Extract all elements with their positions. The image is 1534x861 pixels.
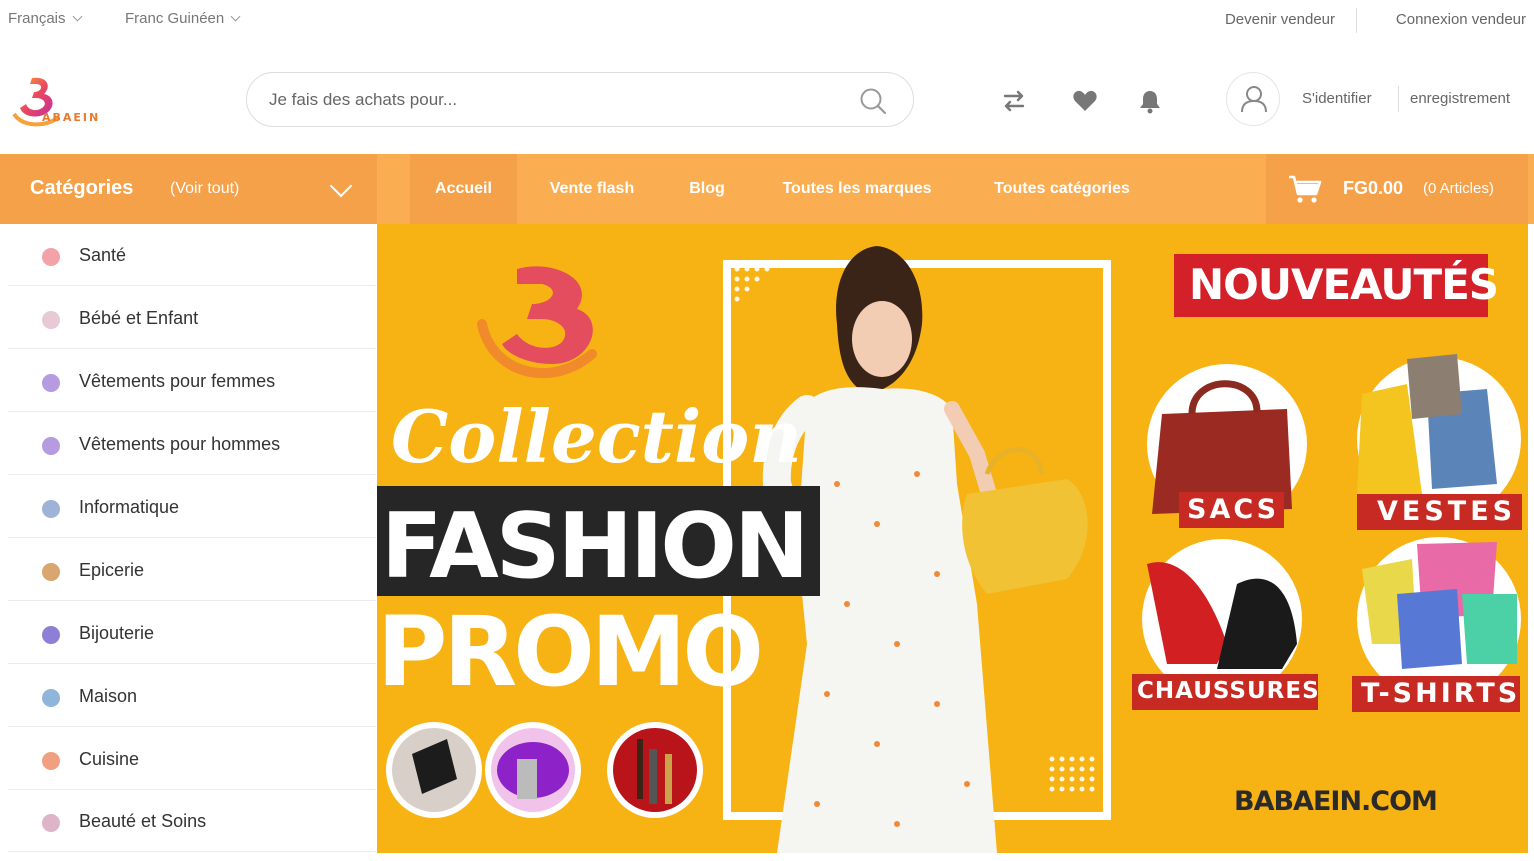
- nav-item-accueil[interactable]: Accueil: [410, 154, 517, 224]
- brand-logo: [477, 266, 597, 379]
- category-label: Vêtements pour femmes: [79, 371, 276, 391]
- category-label: Vêtements pour hommes: [79, 434, 281, 454]
- website-text: BABAEIN.COM: [1234, 786, 1438, 817]
- cosmetics-circles: [386, 722, 703, 818]
- category-item-maison[interactable]: Maison: [8, 665, 376, 727]
- grocery-icon: [42, 563, 60, 581]
- divider: [1398, 86, 1399, 112]
- category-label: Beauté et Soins: [79, 811, 207, 831]
- category-item-informatique[interactable]: Informatique: [8, 476, 376, 538]
- category-item-cuisine[interactable]: Cuisine: [8, 728, 376, 790]
- site-logo[interactable]: ABAEIN: [12, 74, 137, 129]
- nav-item-blog[interactable]: Blog: [674, 154, 740, 224]
- tile-label-vestes: VESTES: [1377, 496, 1517, 527]
- divider: [1356, 8, 1357, 33]
- cart-button[interactable]: FG0.00 (0 Articles): [1266, 154, 1528, 224]
- category-item-bijouterie[interactable]: Bijouterie: [8, 602, 376, 664]
- header: ABAEIN S'identifier enregistrement: [0, 44, 1534, 154]
- search-input[interactable]: [269, 87, 829, 113]
- cart-icon: [1289, 175, 1322, 203]
- tile-label-chaussures: CHAUSSURES: [1137, 678, 1320, 704]
- top-bar: Français Franc Guinéen Devenir vendeur C…: [0, 0, 1534, 40]
- nav-item-categories[interactable]: Toutes catégories: [973, 154, 1151, 224]
- collection-text: Collection: [391, 394, 802, 479]
- sign-in-link[interactable]: S'identifier: [1302, 90, 1372, 107]
- search-bar: [246, 72, 914, 127]
- beauty-icon: [42, 814, 60, 832]
- chevron-down-icon: [230, 11, 241, 22]
- bell-icon[interactable]: [1137, 88, 1163, 114]
- cart-amount: FG0.00: [1343, 178, 1404, 198]
- categories-toggle[interactable]: Catégories (Voir tout): [0, 154, 377, 224]
- category-sidebar: Santé Bébé et Enfant Vêtements pour femm…: [8, 224, 376, 854]
- category-label: Bijouterie: [79, 623, 155, 643]
- tile-label-tshirts: T-SHIRTS: [1361, 678, 1521, 709]
- category-label: Informatique: [79, 497, 180, 517]
- jewelry-icon: [42, 626, 60, 644]
- computer-icon: [42, 500, 60, 518]
- cart-count: (0 Articles): [1423, 180, 1494, 197]
- category-label: Maison: [79, 686, 138, 706]
- category-item-bebe[interactable]: Bébé et Enfant: [8, 287, 376, 349]
- logo-text: ABAEIN: [42, 111, 100, 124]
- chevron-down-icon: [329, 174, 353, 198]
- category-item-sante[interactable]: Santé: [8, 224, 376, 286]
- baby-icon: [42, 311, 60, 329]
- chevron-down-icon: [72, 11, 82, 22]
- nav-item-marques[interactable]: Toutes les marques: [762, 154, 952, 224]
- category-label: Bébé et Enfant: [79, 308, 199, 328]
- avatar[interactable]: [1226, 72, 1280, 126]
- new-label: NOUVEAUTÉS: [1189, 260, 1499, 309]
- hero-banner[interactable]: Collection FASHION PROMO NOUVEAUTÉS SACS…: [377, 224, 1528, 853]
- category-item-epicerie[interactable]: Epicerie: [8, 539, 376, 601]
- women-clothing-icon: [42, 374, 60, 392]
- promo-text: PROMO: [377, 596, 764, 708]
- tile-label-sacs: SACS: [1187, 494, 1280, 525]
- health-icon: [42, 248, 60, 266]
- heart-icon[interactable]: [1072, 88, 1098, 114]
- nav-item-vente-flash[interactable]: Vente flash: [530, 154, 654, 224]
- register-link[interactable]: enregistrement: [1410, 90, 1510, 107]
- language-label: Français: [8, 10, 66, 27]
- categories-title: Catégories: [30, 177, 134, 199]
- model-figure: [762, 246, 1088, 853]
- compare-icon[interactable]: [1001, 88, 1027, 114]
- currency-label: Franc Guinéen: [125, 10, 225, 27]
- category-label: Cuisine: [79, 749, 140, 769]
- main-navbar: Catégories (Voir tout) Accueil Vente fla…: [0, 154, 1534, 224]
- men-clothing-icon: [42, 437, 60, 455]
- kitchen-icon: [42, 752, 60, 770]
- seller-login-link[interactable]: Connexion vendeur: [1396, 11, 1526, 28]
- see-all-link[interactable]: (Voir tout): [170, 180, 239, 198]
- category-item-beaute[interactable]: Beauté et Soins: [8, 790, 376, 852]
- category-label: Santé: [79, 245, 127, 265]
- currency-selector[interactable]: Franc Guinéen: [125, 10, 241, 27]
- user-icon: [1241, 86, 1267, 113]
- category-item-femmes[interactable]: Vêtements pour femmes: [8, 350, 376, 412]
- category-item-hommes[interactable]: Vêtements pour hommes: [8, 413, 376, 475]
- fashion-text: FASHION: [381, 494, 809, 599]
- home-icon: [42, 689, 60, 707]
- category-label: Epicerie: [79, 560, 145, 580]
- search-icon[interactable]: [859, 87, 887, 115]
- become-seller-link[interactable]: Devenir vendeur: [1225, 11, 1335, 28]
- language-selector[interactable]: Français: [8, 10, 82, 27]
